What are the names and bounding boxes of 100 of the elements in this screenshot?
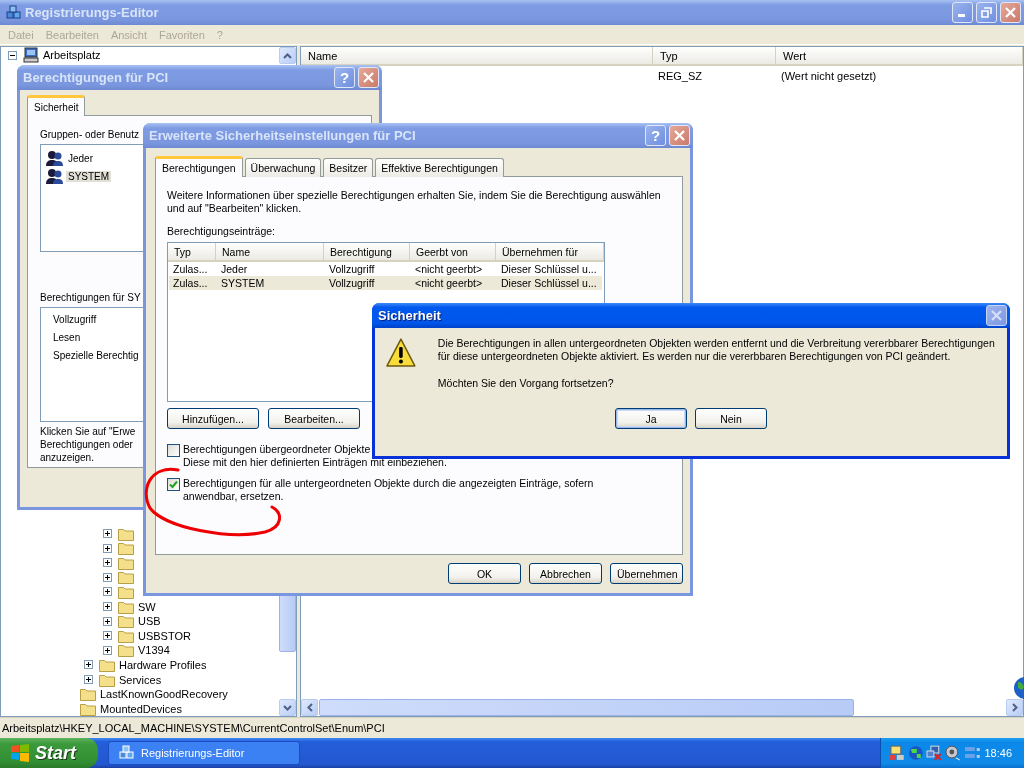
action-button[interactable]: Bearbeiten... [268, 408, 360, 429]
column-header[interactable]: Typ [653, 47, 776, 64]
table-cell-text: <nicht geerbt> [414, 277, 484, 289]
folder-icon [99, 672, 115, 687]
dialog-button[interactable]: Nein [695, 408, 767, 429]
window-title: Erweiterte Sicherheitseinstellungen für PCI [149, 128, 416, 143]
close-button[interactable] [669, 125, 690, 146]
table-cell-text: Dieser Schlüssel u... [500, 263, 598, 275]
minimize-button[interactable] [952, 2, 973, 23]
info-text: Weitere Informationen über spezielle Berechtigungen erhalten Sie, indem Sie die Berechtigung auswählen und auf "Bearbeiten" klicken. [167, 189, 662, 215]
folder-icon [80, 701, 96, 716]
table-cell-text: (Wert nicht gesetzt) [780, 70, 878, 82]
app-icon [6, 4, 22, 21]
column-header[interactable]: Übernehmen für [496, 243, 604, 260]
tree-item[interactable]: USBSTOR [137, 629, 192, 642]
scroll-down-button[interactable] [279, 699, 296, 716]
table-cell-text: Vollzugriff [328, 277, 376, 289]
expand-toggle-icon[interactable] [102, 616, 112, 626]
action-button[interactable]: Hinzufügen... [167, 408, 259, 429]
table-row[interactable]: Zulas... SYSTEM Vollzugriff <nicht geerbt> Dieser Schlüssel u... [169, 276, 602, 290]
close-button[interactable] [1000, 2, 1021, 23]
column-header[interactable]: Wert [776, 47, 1023, 64]
table-cell-text: Zulas... [172, 263, 209, 275]
dialog-button[interactable]: Ja [615, 408, 687, 429]
tree-item[interactable]: V1394 [137, 644, 171, 657]
restore-icon [981, 7, 992, 18]
checkbox[interactable] [167, 478, 180, 491]
expand-toggle-icon[interactable] [102, 543, 112, 553]
tree-item[interactable]: LastKnownGoodRecovery [99, 688, 229, 701]
column-header[interactable]: Name [301, 47, 653, 64]
tab[interactable]: Berechtigungen [155, 156, 243, 177]
tree-item[interactable]: Services [118, 673, 163, 686]
monitor-icon[interactable] [889, 745, 905, 761]
expand-toggle-icon[interactable] [102, 558, 112, 568]
close-icon [674, 130, 685, 141]
globe-icon[interactable] [907, 745, 924, 761]
expand-toggle-icon[interactable] [102, 602, 112, 612]
tree-item[interactable]: USB [137, 615, 162, 628]
close-icon [1005, 7, 1016, 18]
tab[interactable]: Sicherheit [27, 95, 86, 116]
folder-icon [80, 687, 96, 702]
list-item[interactable]: SYSTEM [66, 170, 112, 182]
scroll-up-button[interactable] [279, 47, 296, 64]
start-button[interactable]: Start [0, 738, 98, 768]
checkbox-label: Berechtigungen übergeordneter Objekte [183, 443, 371, 456]
expand-toggle-icon[interactable] [102, 645, 112, 655]
list-item: Lesen [52, 332, 82, 345]
expand-toggle-icon[interactable] [83, 660, 93, 670]
tree-item[interactable]: Hardware Profiles [118, 658, 208, 671]
expand-toggle-icon[interactable] [102, 587, 112, 597]
expand-toggle-icon[interactable] [102, 572, 112, 582]
scroll-left-button[interactable] [301, 699, 318, 716]
table-cell-text: Jeder [220, 263, 249, 275]
table-row[interactable]: Zulas... Jeder Vollzugriff <nicht geerbt> Dieser Schlüssel u... [169, 262, 602, 276]
users-icon [46, 168, 64, 184]
list-item[interactable]: Jeder [66, 152, 95, 164]
field-label: Berechtigungen für SY [40, 292, 141, 303]
table-cell-text: Dieser Schlüssel u... [500, 277, 598, 289]
close-button[interactable] [358, 67, 379, 88]
window-title: Sicherheit [378, 308, 441, 323]
column-header[interactable]: Geerbt von [410, 243, 496, 260]
taskbar-button[interactable]: Registrierungs-Editor [108, 741, 300, 765]
tab[interactable]: Besitzer [323, 158, 374, 177]
column-header[interactable]: Name [216, 243, 324, 260]
hint-text: Klicken Sie auf "Erwe [40, 425, 136, 438]
folder-icon [118, 614, 134, 629]
field-label: Berechtigungseinträge: [167, 225, 275, 237]
dialog-button[interactable]: Übernehmen [610, 563, 683, 584]
close-icon [363, 72, 374, 83]
close-icon [991, 310, 1002, 321]
expand-toggle-icon[interactable] [102, 529, 112, 539]
windows-flag-icon [10, 744, 30, 762]
app-icon [119, 745, 135, 761]
warning-icon [385, 337, 417, 369]
window-title: Registrierungs-Editor [25, 5, 159, 20]
column-header[interactable]: Typ [168, 243, 216, 260]
question-text: Möchten Sie den Vorgang fortsetzen? [437, 377, 615, 390]
tree-item[interactable]: SW [137, 600, 157, 613]
checkbox[interactable] [167, 444, 180, 457]
column-header[interactable]: Berechtigung [324, 243, 410, 260]
tree-item[interactable]: Arbeitsplatz [42, 49, 102, 61]
scroll-thumb[interactable] [319, 699, 854, 716]
network-icon[interactable] [926, 745, 943, 761]
folder-icon [118, 643, 134, 658]
tree-item[interactable]: MountedDevices [99, 702, 183, 715]
expand-toggle-icon[interactable] [83, 675, 93, 684]
dialog-button[interactable]: Abbrechen [529, 563, 602, 584]
restore-button[interactable] [976, 2, 997, 23]
users-icon [46, 150, 64, 166]
speaker-icon[interactable] [945, 745, 961, 761]
tab[interactable]: Effektive Berechtigungen [375, 158, 504, 177]
scroll-right-button[interactable] [1006, 699, 1023, 716]
expand-toggle-icon[interactable] [102, 631, 112, 641]
dialog-button[interactable]: OK [448, 563, 521, 584]
folder-icon [118, 599, 134, 614]
table-cell-text: REG_SZ [657, 70, 703, 82]
collapse-toggle-icon[interactable] [7, 50, 17, 60]
table-cell-text: <nicht geerbt> [414, 263, 484, 275]
tab[interactable]: Überwachung [244, 158, 322, 177]
globe-icon [1012, 676, 1024, 700]
